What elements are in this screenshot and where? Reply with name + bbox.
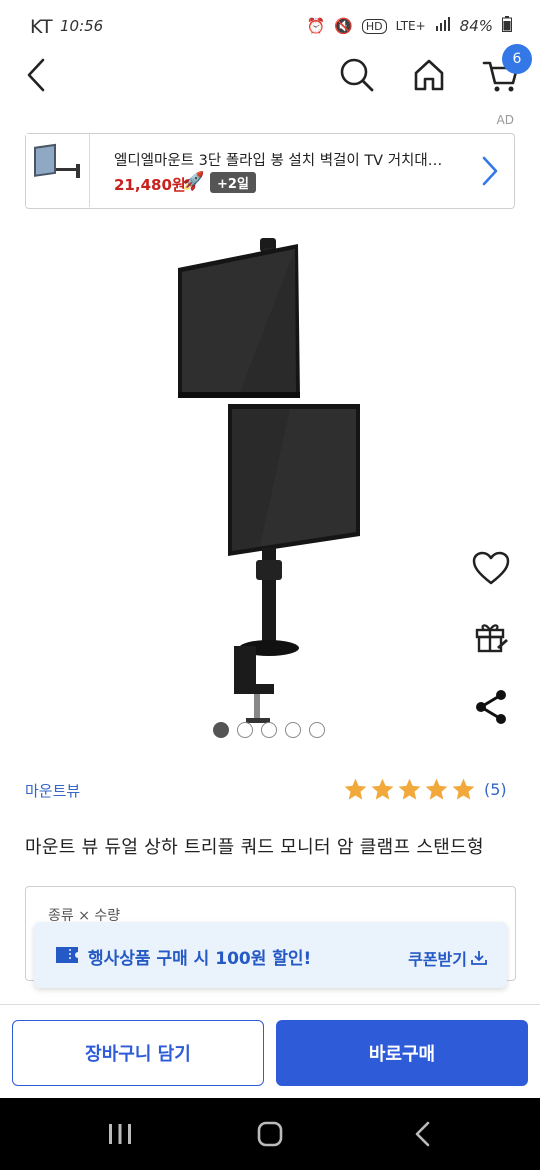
back-icon xyxy=(27,58,45,92)
back-nav-icon xyxy=(415,1121,430,1147)
product-image[interactable] xyxy=(170,238,370,724)
home-nav-icon xyxy=(257,1121,283,1147)
battery-label: 84% xyxy=(459,17,493,35)
share-button[interactable] xyxy=(470,686,512,728)
coupon-banner[interactable]: 행사상품 구매 시 100원 할인! 쿠폰받기 xyxy=(34,922,507,988)
mute-icon: 🔇 xyxy=(334,17,353,35)
coupon-download-button[interactable]: 쿠폰받기 xyxy=(408,946,487,970)
alarm-icon: ⏰ xyxy=(306,17,326,35)
back-nav-button[interactable] xyxy=(398,1112,448,1156)
search-icon xyxy=(340,58,374,92)
star-icon xyxy=(371,778,394,800)
share-icon xyxy=(476,690,506,724)
battery-icon xyxy=(502,16,512,36)
carousel-dot[interactable] xyxy=(285,722,301,738)
home-button[interactable] xyxy=(406,52,452,98)
star-icon xyxy=(425,778,448,800)
star-icon xyxy=(398,778,421,800)
delivery-badge: +2일 xyxy=(210,172,256,193)
coupon-icon xyxy=(56,947,78,963)
recent-apps-button[interactable] xyxy=(95,1112,145,1156)
carousel-dot[interactable] xyxy=(261,722,277,738)
status-icons: ⏰ 🔇 HD LTE+ 84% xyxy=(307,16,512,36)
ad-price: 21,480원 xyxy=(114,176,186,194)
clock: 10:56 xyxy=(60,17,104,35)
recent-apps-icon xyxy=(109,1124,131,1144)
gift-button[interactable] xyxy=(470,616,512,658)
add-to-cart-button[interactable]: 장바구니 담기 xyxy=(12,1020,264,1086)
rocket-delivery-icon: 🚀 xyxy=(182,171,205,192)
coupon-action-label: 쿠폰받기 xyxy=(408,950,467,969)
signal-icon xyxy=(435,17,451,35)
star-icon xyxy=(344,778,367,800)
search-button[interactable] xyxy=(334,52,380,98)
brand-link[interactable]: 마운트뷰 xyxy=(25,780,80,801)
home-nav-button[interactable] xyxy=(245,1112,295,1156)
ad-thumbnail xyxy=(26,134,90,207)
wishlist-button[interactable] xyxy=(470,548,512,590)
ad-label: AD xyxy=(496,113,514,127)
status-bar: KT 10:56 ⏰ 🔇 HD LTE+ 84% xyxy=(0,0,540,52)
carousel-dot[interactable] xyxy=(213,722,229,738)
buy-now-button[interactable]: 바로구매 xyxy=(276,1020,528,1086)
star-icon xyxy=(452,778,475,800)
home-icon xyxy=(414,59,444,91)
gift-icon xyxy=(475,624,508,653)
network-label: LTE+ xyxy=(395,19,426,33)
image-carousel-dots xyxy=(213,722,325,738)
hd-icon: HD xyxy=(361,18,387,34)
system-nav-bar xyxy=(0,1098,540,1170)
bottom-divider xyxy=(0,1004,540,1005)
app-bar xyxy=(0,52,540,102)
rating-stars xyxy=(343,777,476,802)
product-title: 마운트 뷰 듀얼 상하 트리플 쿼드 모니터 암 클램프 스탠드형 xyxy=(25,837,484,858)
rating[interactable]: (5) xyxy=(343,777,507,802)
carrier-label: KT xyxy=(30,16,53,38)
ad-banner[interactable]: 엘디엘마운트 3단 폴라입 봉 설치 벽걸이 TV 거치대… 21,480원 🚀… xyxy=(25,133,515,209)
ad-title: 엘디엘마운트 3단 폴라입 봉 설치 벽걸이 TV 거치대… xyxy=(114,153,443,169)
carousel-dot[interactable] xyxy=(237,722,253,738)
cart-count-badge: 6 xyxy=(502,44,532,74)
coupon-text: 행사상품 구매 시 100원 할인! xyxy=(88,949,312,969)
rating-count: (5) xyxy=(484,780,507,799)
download-icon xyxy=(471,951,487,965)
chevron-right-icon xyxy=(482,156,498,186)
carousel-dot[interactable] xyxy=(309,722,325,738)
back-button[interactable] xyxy=(14,52,58,98)
heart-icon xyxy=(472,551,510,585)
